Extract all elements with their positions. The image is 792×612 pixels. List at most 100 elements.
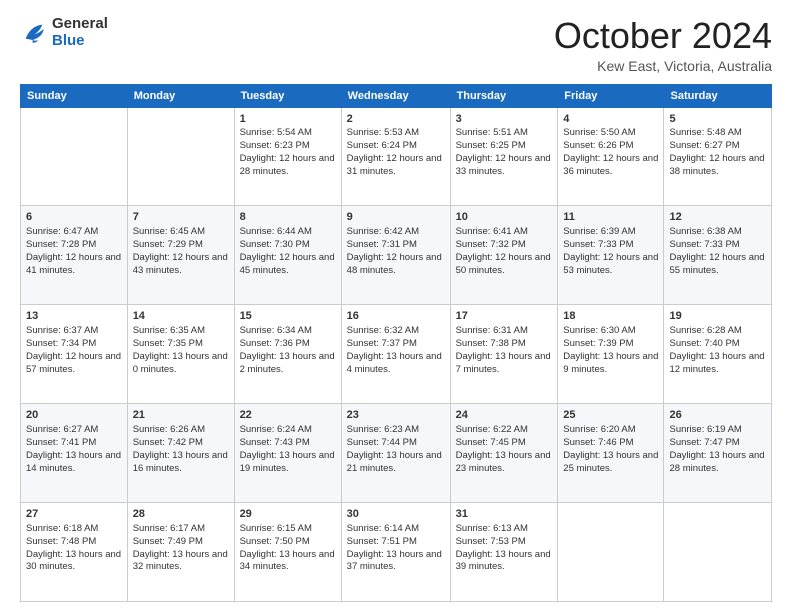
day-number: 8 [240,210,336,225]
table-row: 21Sunrise: 6:26 AM Sunset: 7:42 PM Dayli… [127,404,234,503]
day-number: 10 [456,210,553,225]
day-number: 4 [563,112,658,127]
day-number: 31 [456,507,553,522]
table-row: 24Sunrise: 6:22 AM Sunset: 7:45 PM Dayli… [450,404,558,503]
day-info: Sunrise: 6:18 AM Sunset: 7:48 PM Dayligh… [26,523,122,574]
table-row: 9Sunrise: 6:42 AM Sunset: 7:31 PM Daylig… [341,206,450,305]
day-info: Sunrise: 6:27 AM Sunset: 7:41 PM Dayligh… [26,424,122,475]
day-info: Sunrise: 5:48 AM Sunset: 6:27 PM Dayligh… [669,127,766,178]
calendar-week-row: 6Sunrise: 6:47 AM Sunset: 7:28 PM Daylig… [21,206,772,305]
day-info: Sunrise: 6:15 AM Sunset: 7:50 PM Dayligh… [240,523,336,574]
logo-text: General Blue [52,16,108,49]
day-number: 15 [240,309,336,324]
table-row: 27Sunrise: 6:18 AM Sunset: 7:48 PM Dayli… [21,503,128,602]
day-info: Sunrise: 6:24 AM Sunset: 7:43 PM Dayligh… [240,424,336,475]
day-info: Sunrise: 6:35 AM Sunset: 7:35 PM Dayligh… [133,325,229,376]
table-row: 12Sunrise: 6:38 AM Sunset: 7:33 PM Dayli… [664,206,772,305]
day-number: 7 [133,210,229,225]
table-row: 5Sunrise: 5:48 AM Sunset: 6:27 PM Daylig… [664,107,772,206]
day-number: 26 [669,408,766,423]
table-row [664,503,772,602]
table-row: 19Sunrise: 6:28 AM Sunset: 7:40 PM Dayli… [664,305,772,404]
day-number: 2 [347,112,445,127]
logo: General Blue [20,16,108,49]
day-number: 27 [26,507,122,522]
table-row: 20Sunrise: 6:27 AM Sunset: 7:41 PM Dayli… [21,404,128,503]
table-row: 2Sunrise: 5:53 AM Sunset: 6:24 PM Daylig… [341,107,450,206]
table-row: 4Sunrise: 5:50 AM Sunset: 6:26 PM Daylig… [558,107,664,206]
day-info: Sunrise: 5:54 AM Sunset: 6:23 PM Dayligh… [240,127,336,178]
logo-general: General [52,16,108,33]
table-row: 11Sunrise: 6:39 AM Sunset: 7:33 PM Dayli… [558,206,664,305]
calendar-week-row: 20Sunrise: 6:27 AM Sunset: 7:41 PM Dayli… [21,404,772,503]
table-row: 8Sunrise: 6:44 AM Sunset: 7:30 PM Daylig… [234,206,341,305]
table-row: 26Sunrise: 6:19 AM Sunset: 7:47 PM Dayli… [664,404,772,503]
day-info: Sunrise: 6:20 AM Sunset: 7:46 PM Dayligh… [563,424,658,475]
location: Kew East, Victoria, Australia [554,58,772,74]
page: General Blue October 2024 Kew East, Vict… [0,0,792,612]
table-row: 3Sunrise: 5:51 AM Sunset: 6:25 PM Daylig… [450,107,558,206]
table-row [21,107,128,206]
day-info: Sunrise: 6:14 AM Sunset: 7:51 PM Dayligh… [347,523,445,574]
day-info: Sunrise: 6:30 AM Sunset: 7:39 PM Dayligh… [563,325,658,376]
table-row: 28Sunrise: 6:17 AM Sunset: 7:49 PM Dayli… [127,503,234,602]
title-block: October 2024 Kew East, Victoria, Austral… [554,16,772,74]
day-number: 18 [563,309,658,324]
day-number: 9 [347,210,445,225]
day-info: Sunrise: 6:26 AM Sunset: 7:42 PM Dayligh… [133,424,229,475]
calendar-week-row: 1Sunrise: 5:54 AM Sunset: 6:23 PM Daylig… [21,107,772,206]
day-info: Sunrise: 6:31 AM Sunset: 7:38 PM Dayligh… [456,325,553,376]
table-row: 14Sunrise: 6:35 AM Sunset: 7:35 PM Dayli… [127,305,234,404]
table-row: 22Sunrise: 6:24 AM Sunset: 7:43 PM Dayli… [234,404,341,503]
col-tuesday: Tuesday [234,84,341,107]
col-wednesday: Wednesday [341,84,450,107]
day-info: Sunrise: 5:51 AM Sunset: 6:25 PM Dayligh… [456,127,553,178]
day-info: Sunrise: 6:34 AM Sunset: 7:36 PM Dayligh… [240,325,336,376]
col-saturday: Saturday [664,84,772,107]
table-row: 10Sunrise: 6:41 AM Sunset: 7:32 PM Dayli… [450,206,558,305]
table-row: 17Sunrise: 6:31 AM Sunset: 7:38 PM Dayli… [450,305,558,404]
day-number: 14 [133,309,229,324]
table-row: 13Sunrise: 6:37 AM Sunset: 7:34 PM Dayli… [21,305,128,404]
day-number: 24 [456,408,553,423]
table-row [127,107,234,206]
day-info: Sunrise: 6:38 AM Sunset: 7:33 PM Dayligh… [669,226,766,277]
day-number: 16 [347,309,445,324]
table-row: 18Sunrise: 6:30 AM Sunset: 7:39 PM Dayli… [558,305,664,404]
day-number: 21 [133,408,229,423]
day-number: 5 [669,112,766,127]
day-number: 25 [563,408,658,423]
logo-bird-icon [20,19,48,47]
table-row: 7Sunrise: 6:45 AM Sunset: 7:29 PM Daylig… [127,206,234,305]
day-info: Sunrise: 6:23 AM Sunset: 7:44 PM Dayligh… [347,424,445,475]
table-row: 25Sunrise: 6:20 AM Sunset: 7:46 PM Dayli… [558,404,664,503]
table-row: 15Sunrise: 6:34 AM Sunset: 7:36 PM Dayli… [234,305,341,404]
day-number: 13 [26,309,122,324]
day-info: Sunrise: 6:47 AM Sunset: 7:28 PM Dayligh… [26,226,122,277]
day-number: 29 [240,507,336,522]
day-number: 30 [347,507,445,522]
day-number: 12 [669,210,766,225]
day-info: Sunrise: 5:50 AM Sunset: 6:26 PM Dayligh… [563,127,658,178]
day-number: 17 [456,309,553,324]
day-number: 11 [563,210,658,225]
day-info: Sunrise: 6:22 AM Sunset: 7:45 PM Dayligh… [456,424,553,475]
table-row: 1Sunrise: 5:54 AM Sunset: 6:23 PM Daylig… [234,107,341,206]
table-row: 31Sunrise: 6:13 AM Sunset: 7:53 PM Dayli… [450,503,558,602]
col-monday: Monday [127,84,234,107]
day-info: Sunrise: 6:39 AM Sunset: 7:33 PM Dayligh… [563,226,658,277]
day-info: Sunrise: 6:17 AM Sunset: 7:49 PM Dayligh… [133,523,229,574]
month-year: October 2024 [554,16,772,56]
table-row: 29Sunrise: 6:15 AM Sunset: 7:50 PM Dayli… [234,503,341,602]
calendar-week-row: 13Sunrise: 6:37 AM Sunset: 7:34 PM Dayli… [21,305,772,404]
calendar-table: Sunday Monday Tuesday Wednesday Thursday… [20,84,772,602]
table-row [558,503,664,602]
day-number: 6 [26,210,122,225]
day-info: Sunrise: 6:44 AM Sunset: 7:30 PM Dayligh… [240,226,336,277]
table-row: 23Sunrise: 6:23 AM Sunset: 7:44 PM Dayli… [341,404,450,503]
col-sunday: Sunday [21,84,128,107]
day-number: 23 [347,408,445,423]
day-info: Sunrise: 6:45 AM Sunset: 7:29 PM Dayligh… [133,226,229,277]
table-row: 6Sunrise: 6:47 AM Sunset: 7:28 PM Daylig… [21,206,128,305]
calendar-header-row: Sunday Monday Tuesday Wednesday Thursday… [21,84,772,107]
